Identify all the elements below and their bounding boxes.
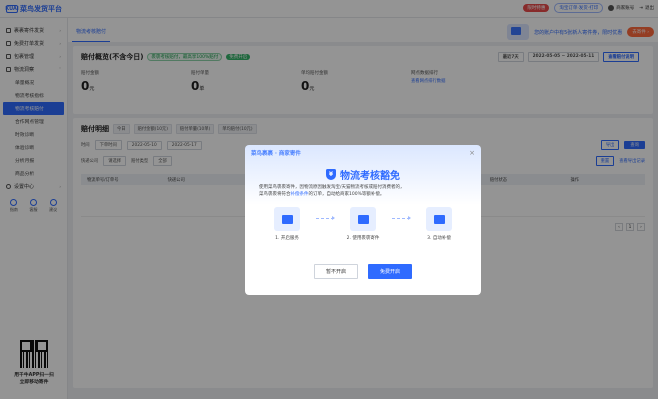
step-send: 2. 使用裹裹寄件 (335, 207, 391, 241)
desc-line-2: 菜鸟裹裹将符合 (259, 191, 291, 197)
modal-description: 使用菜鸟裹裹寄件，因物流原因触发淘宝/天猫物流考核或赔付消费者的， 菜鸟裹裹将符… (259, 185, 469, 198)
parcel-icon (350, 207, 376, 231)
close-icon[interactable]: × (469, 149, 475, 157)
modal-actions: 暂不开启 免费开启 (245, 264, 481, 279)
card-icon (426, 207, 452, 231)
modal-brand: 菜鸟裹裹 · 商家寄件 (251, 151, 301, 157)
monitor-icon (274, 207, 300, 231)
modal-title-text: 物流考核豁免 (340, 171, 400, 182)
not-now-button[interactable]: 暂不开启 (314, 264, 358, 279)
shield-icon: ¥ (326, 169, 336, 180)
steps-flow: 1. 开启服务 2. 使用裹裹寄件 3. 自动补偿 (259, 207, 467, 251)
desc-line-3: 的订单，自动给商家100%等额补偿。 (308, 191, 385, 197)
exemption-modal: 菜鸟裹裹 · 商家寄件 × ¥ 物流考核豁免 使用菜鸟裹裹寄件，因物流原因触发淘… (245, 145, 481, 295)
compensation-conditions-link[interactable]: 补偿条件 (291, 192, 309, 197)
step-label: 2. 使用裹裹寄件 (346, 236, 380, 241)
modal-title: ¥ 物流考核豁免 (245, 167, 481, 182)
step-label: 1. 开启服务 (275, 236, 299, 241)
arrow-right-icon (392, 216, 411, 220)
step-compensate: 3. 自动补偿 (411, 207, 467, 241)
arrow-right-icon (316, 216, 335, 220)
step-label: 3. 自动补偿 (427, 236, 451, 241)
desc-line-1: 使用菜鸟裹裹寄件，因物流原因触发淘宝/天猫物流考核或赔付消费者的， (259, 185, 405, 190)
step-enable: 1. 开启服务 (259, 207, 315, 241)
enable-free-button[interactable]: 免费开启 (368, 264, 412, 279)
